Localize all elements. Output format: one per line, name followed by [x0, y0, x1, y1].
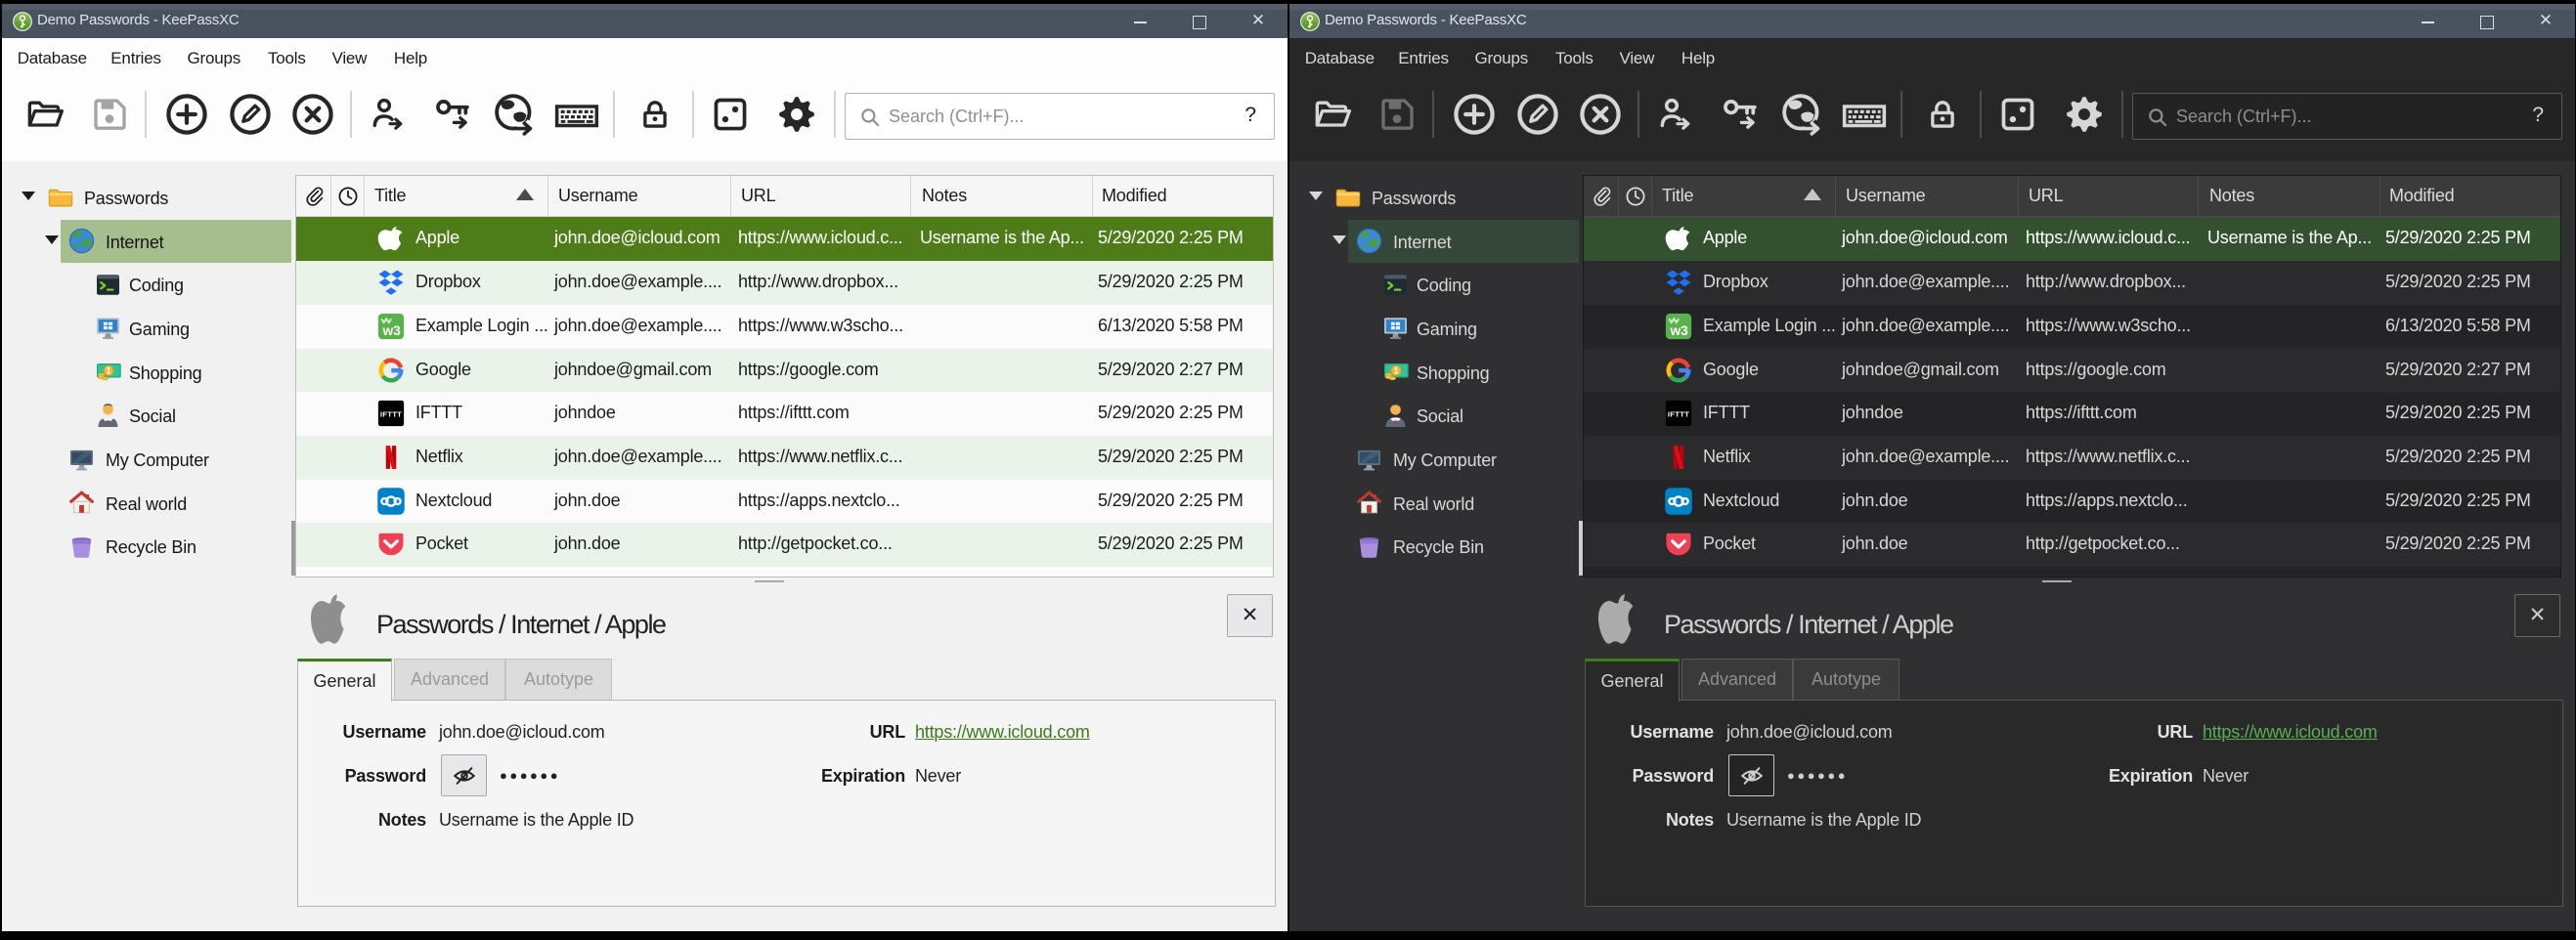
svg-text:IFTTT: IFTTT: [1668, 409, 1689, 418]
svg-text:IFTTT: IFTTT: [380, 409, 402, 418]
svg-text:w3: w3: [1669, 323, 1688, 338]
svg-text:1: 1: [106, 366, 111, 377]
svg-text:1: 1: [1393, 366, 1399, 377]
svg-text:w3: w3: [381, 323, 401, 338]
